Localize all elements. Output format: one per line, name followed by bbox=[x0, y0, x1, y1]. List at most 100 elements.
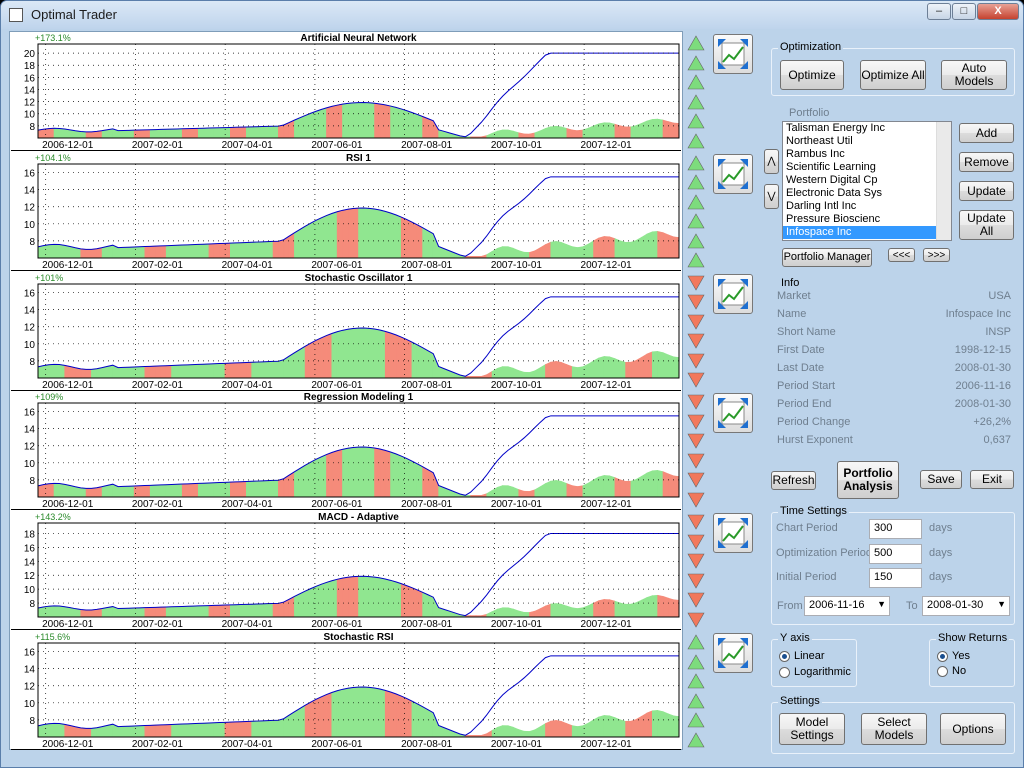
remove-button[interactable]: Remove bbox=[959, 152, 1014, 172]
chart-fill-segment bbox=[390, 691, 397, 738]
chart-fill-segment bbox=[299, 590, 306, 618]
expand-chart-button[interactable] bbox=[713, 393, 753, 434]
chart-period-label: Chart Period bbox=[776, 522, 838, 534]
portfolio-manager-button[interactable]: Portfolio Manager bbox=[782, 248, 872, 267]
from-date-picker[interactable]: 2006-11-16 ▼ bbox=[804, 596, 890, 616]
optimization-period-input[interactable]: 500 bbox=[869, 544, 922, 564]
maximize-button[interactable]: □ bbox=[952, 3, 976, 20]
expand-chart-button[interactable] bbox=[713, 513, 753, 554]
to-date-picker[interactable]: 2008-01-30 ▼ bbox=[922, 596, 1010, 616]
portfolio-list-item[interactable]: Scientific Learning bbox=[783, 161, 951, 174]
chart-fill-segment bbox=[69, 365, 76, 378]
y-tick-label: 8 bbox=[29, 716, 35, 727]
chart-fill-segment bbox=[203, 127, 210, 139]
exit-button[interactable]: Exit bbox=[970, 470, 1014, 489]
x-tick-label: 2007-08-01 bbox=[401, 499, 453, 510]
x-tick-label: 2007-02-01 bbox=[132, 619, 184, 630]
expand-chart-button[interactable] bbox=[713, 273, 753, 314]
model-settings-button[interactable]: Model Settings bbox=[779, 713, 845, 745]
chart-fill-segment bbox=[246, 241, 252, 259]
chart-fill-segment bbox=[149, 607, 156, 618]
chart-fill-segment bbox=[336, 209, 343, 259]
chart-fill-segment bbox=[539, 243, 546, 259]
chart-fill-segment bbox=[363, 102, 370, 139]
update-all-button[interactable]: Update All bbox=[959, 210, 1014, 240]
chart-fill-segment bbox=[523, 730, 530, 738]
chevron-down-icon[interactable]: ▼ bbox=[877, 599, 886, 609]
x-tick-label: 2007-04-01 bbox=[222, 499, 274, 510]
returns-no-radio[interactable] bbox=[937, 666, 948, 677]
chart-fill-segment bbox=[668, 597, 674, 618]
chevron-down-icon[interactable]: ▼ bbox=[997, 599, 1006, 609]
chart-fill-segment bbox=[406, 218, 413, 259]
title-bar[interactable]: Optimal Trader ‒ □ X bbox=[1, 1, 1023, 29]
move-up-button[interactable]: ⋀ bbox=[764, 149, 779, 174]
portfolio-list-item[interactable]: Electronic Data Sys bbox=[783, 187, 951, 200]
chart-fill-segment bbox=[561, 126, 568, 139]
options-button[interactable]: Options bbox=[940, 713, 1006, 745]
chart-fill-segment bbox=[262, 603, 268, 618]
select-models-button[interactable]: Select Models bbox=[861, 713, 927, 745]
expand-chart-button[interactable] bbox=[713, 633, 753, 673]
chart-fill-segment bbox=[651, 230, 658, 259]
chart-fill-segment bbox=[630, 718, 637, 738]
expand-chart-button[interactable] bbox=[713, 34, 753, 74]
logarithmic-radio[interactable] bbox=[779, 667, 790, 678]
chart-fill-segment bbox=[101, 245, 108, 259]
chart-fill-segment bbox=[342, 448, 349, 498]
portfolio-list-item[interactable]: Rambus Inc bbox=[783, 148, 951, 161]
chart-fill-segment bbox=[165, 244, 172, 259]
auto-models-button[interactable]: Auto Models bbox=[941, 60, 1007, 90]
portfolio-list-item[interactable]: Pressure Bioscienc bbox=[783, 213, 951, 226]
save-button[interactable]: Save bbox=[920, 470, 962, 489]
chart-fill-segment bbox=[486, 611, 493, 618]
chart-gain-label: +104.1% bbox=[35, 153, 71, 163]
to-label: To bbox=[906, 600, 918, 612]
optimize-button[interactable]: Optimize bbox=[780, 60, 844, 90]
y-tick-label: 16 bbox=[24, 648, 36, 659]
linear-radio[interactable] bbox=[779, 651, 790, 662]
chart-fill-segment bbox=[416, 343, 423, 378]
chart-fill-segment bbox=[64, 606, 71, 618]
chart-fill-segment bbox=[550, 240, 557, 259]
next-button[interactable]: >>> bbox=[923, 248, 950, 262]
chart-fill-segment bbox=[619, 479, 626, 498]
chart-fill-segment bbox=[577, 365, 584, 378]
minimize-button[interactable]: ‒ bbox=[927, 3, 951, 20]
chart-fill-segment bbox=[101, 365, 108, 378]
chart-fill-segment bbox=[262, 360, 268, 378]
returns-yes-radio[interactable] bbox=[937, 651, 948, 662]
chart-fill-segment bbox=[358, 686, 365, 738]
chart-fill-segment bbox=[427, 118, 434, 139]
chart-fill-segment bbox=[230, 126, 236, 139]
chart-fill-segment bbox=[534, 486, 541, 498]
chart-fill-segment bbox=[529, 489, 536, 498]
refresh-button[interactable]: Refresh bbox=[771, 471, 816, 490]
chart-svg: 18 16 14 12 10 8 2006-12-01 2007-02-01 2007-04-0… bbox=[24, 512, 680, 630]
close-button[interactable]: X bbox=[977, 3, 1019, 20]
x-tick-label: 2007-12-01 bbox=[581, 260, 633, 271]
portfolio-list-item[interactable]: Infospace Inc bbox=[783, 226, 951, 239]
chart-fill-segment bbox=[395, 693, 402, 738]
portfolio-list-item[interactable]: Northeast Util bbox=[783, 135, 951, 148]
portfolio-list-item[interactable]: Talisman Energy Inc bbox=[783, 122, 951, 135]
portfolio-list[interactable]: Talisman Energy Inc Northeast Util Rambus … bbox=[782, 121, 952, 241]
list-scrollbar[interactable] bbox=[936, 122, 951, 240]
prev-button[interactable]: <<< bbox=[888, 248, 915, 262]
down-arrow-icon bbox=[687, 453, 705, 469]
chart-fill-segment bbox=[635, 356, 642, 378]
expand-chart-button[interactable] bbox=[713, 153, 753, 194]
portfolio-list-item[interactable]: Darling Intl Inc bbox=[783, 200, 951, 213]
chart-fill-segment bbox=[400, 583, 407, 618]
optimize-all-button[interactable]: Optimize All bbox=[860, 60, 926, 90]
move-down-button[interactable]: ⋁ bbox=[764, 184, 779, 209]
initial-period-input[interactable]: 150 bbox=[869, 568, 922, 588]
update-button[interactable]: Update bbox=[959, 181, 1014, 201]
portfolio-list-item[interactable]: Western Digital Cp bbox=[783, 174, 951, 187]
info-row: Name Infospace Inc bbox=[777, 308, 1011, 326]
chart-period-input[interactable]: 300 bbox=[869, 519, 922, 539]
info-row: Period Start 2006-11-16 bbox=[777, 380, 1011, 398]
add-button[interactable]: Add bbox=[959, 123, 1014, 143]
chart-svg: 16 14 12 10 8 2006-12-01 2007-02-01 2007-04-01 2… bbox=[24, 153, 680, 271]
portfolio-analysis-button[interactable]: Portfolio Analysis bbox=[837, 461, 899, 499]
